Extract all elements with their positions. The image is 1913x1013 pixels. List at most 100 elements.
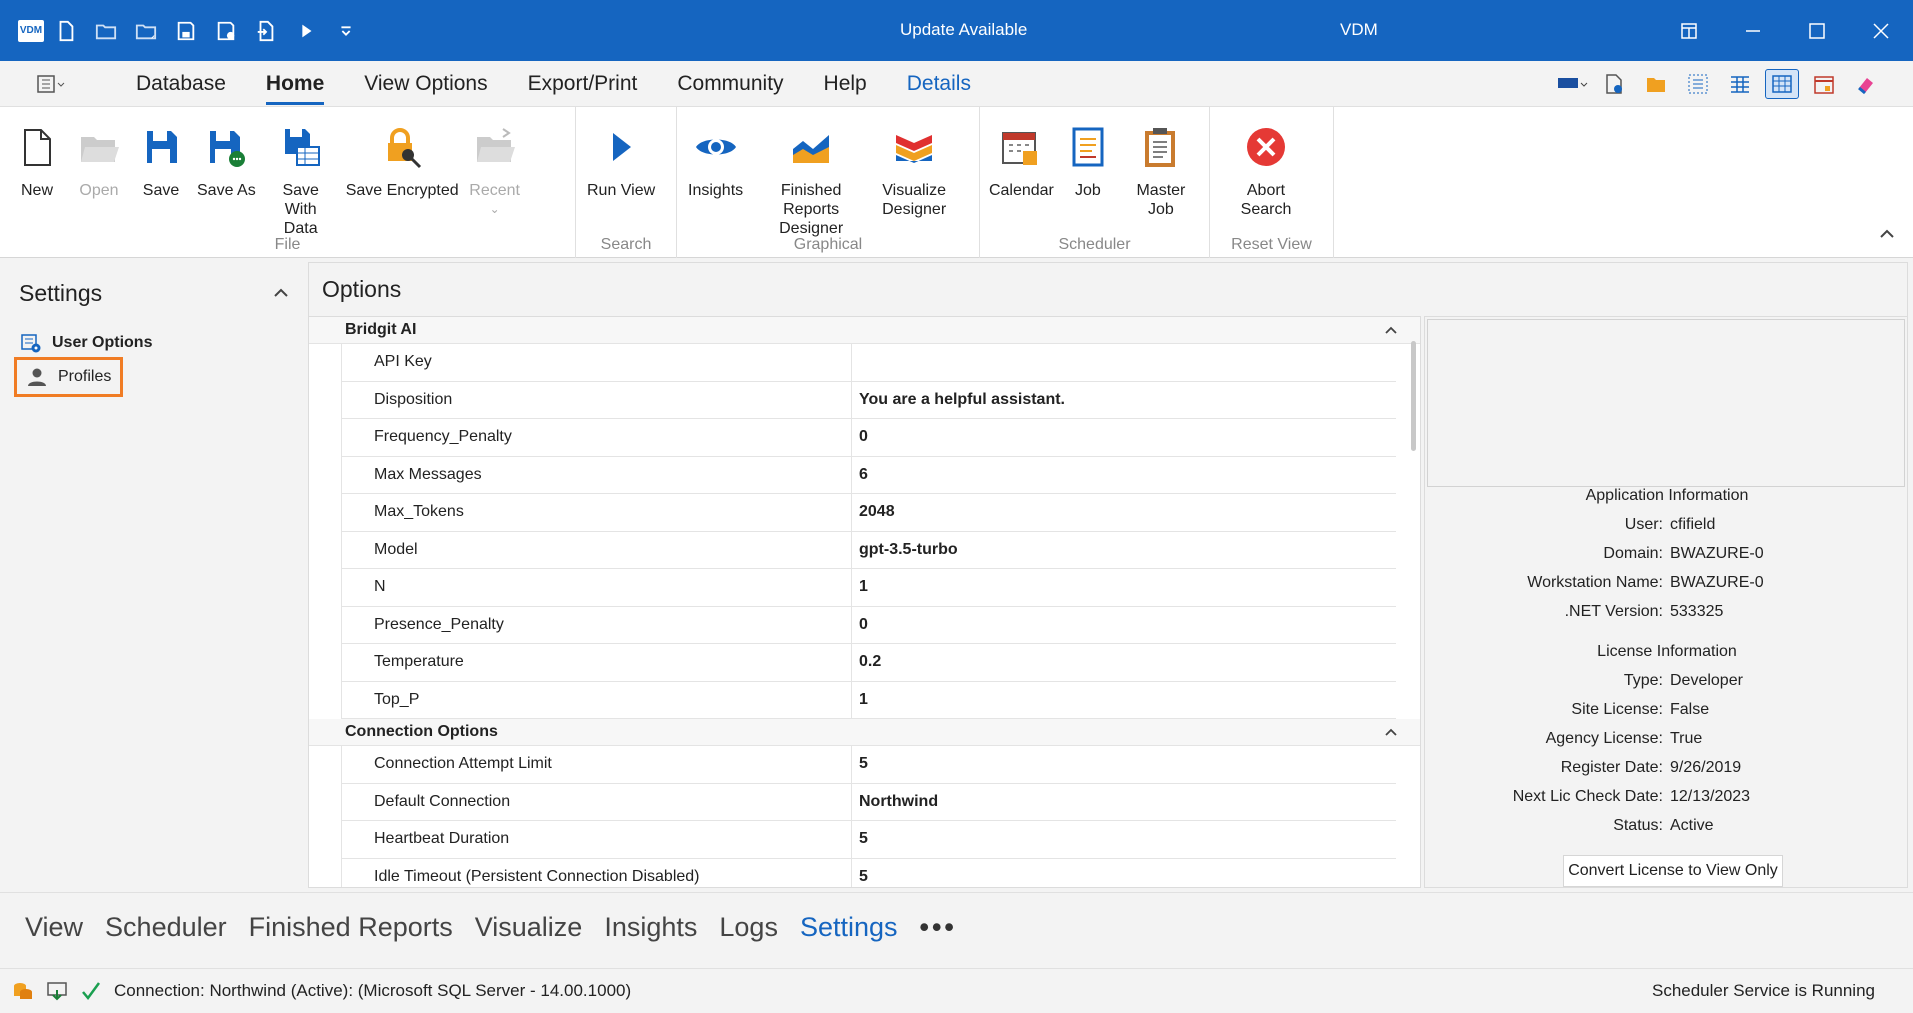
restore-layout-icon[interactable]: [1657, 0, 1721, 61]
table-row[interactable]: Max Messages 6: [341, 456, 1396, 494]
abort-search-label: Abort Search: [1240, 182, 1292, 218]
run-icon[interactable]: [288, 13, 324, 49]
user-options-item[interactable]: User Options: [20, 328, 152, 358]
color-theme-icon[interactable]: [1555, 69, 1589, 99]
chevron-up-icon[interactable]: [1382, 723, 1400, 741]
job-label: Job: [1074, 182, 1101, 199]
property-value[interactable]: gpt-3.5-turbo: [852, 532, 1396, 569]
backstage-menu-icon[interactable]: [26, 61, 76, 107]
table-row[interactable]: Connection Attempt Limit 5: [341, 746, 1396, 784]
info-key: Agency License:: [1545, 730, 1663, 747]
tab-home[interactable]: Home: [246, 61, 344, 107]
profiles-label: Profiles: [58, 368, 112, 385]
import-icon[interactable]: [248, 13, 284, 49]
category-label: Connection Options: [345, 723, 498, 740]
property-value[interactable]: 5: [852, 821, 1396, 858]
property-value[interactable]: 6: [852, 457, 1396, 494]
application-info-title: Application Information: [1585, 487, 1749, 504]
table-row[interactable]: Heartbeat Duration 5: [341, 821, 1396, 859]
property-value[interactable]: 5: [852, 746, 1396, 783]
nav-finished-reports[interactable]: Finished Reports: [238, 912, 464, 943]
tab-details[interactable]: Details: [887, 61, 991, 107]
eraser-icon[interactable]: [1849, 69, 1883, 99]
minimize-icon[interactable]: [1721, 0, 1785, 61]
property-value[interactable]: 0: [852, 419, 1396, 456]
save-icon[interactable]: [168, 13, 204, 49]
save-as-icon[interactable]: [208, 13, 244, 49]
info-workstation: Workstation Name: BWAZURE-0: [1425, 574, 1763, 592]
group-label-file: File: [274, 236, 301, 253]
nav-settings[interactable]: Settings: [789, 912, 909, 943]
nav-insights[interactable]: Insights: [593, 912, 708, 943]
table-row[interactable]: N1: [341, 569, 1396, 607]
table-row[interactable]: Idle Timeout (Persistent Connection Disa…: [341, 858, 1396, 888]
calendar-view-icon[interactable]: [1807, 69, 1841, 99]
maximize-icon[interactable]: [1785, 0, 1849, 61]
eye-icon: [692, 121, 740, 173]
options-title: Options: [322, 276, 402, 302]
tab-export-print[interactable]: Export/Print: [508, 61, 658, 107]
tab-community[interactable]: Community: [657, 61, 803, 107]
collapse-ribbon-icon[interactable]: [1875, 222, 1899, 246]
document-settings-icon[interactable]: [1597, 69, 1631, 99]
property-value[interactable]: 2048: [852, 494, 1396, 531]
update-available-link[interactable]: Update Available: [900, 20, 1027, 40]
list-view-icon[interactable]: [1681, 69, 1715, 99]
nav-view[interactable]: View: [14, 912, 94, 943]
property-value[interactable]: You are a helpful assistant.: [852, 382, 1396, 419]
table-row[interactable]: Disposition You are a helpful assistant.: [341, 381, 1396, 419]
tab-view-options[interactable]: View Options: [344, 61, 507, 107]
open-folder-icon[interactable]: [88, 13, 124, 49]
table-view-icon[interactable]: [1765, 69, 1799, 99]
nav-visualize[interactable]: Visualize: [464, 912, 594, 943]
property-name: Default Connection: [342, 783, 852, 820]
property-value[interactable]: Northwind: [852, 784, 1396, 821]
property-value[interactable]: [852, 344, 1396, 381]
table-row[interactable]: Default Connection Northwind: [341, 783, 1396, 821]
download-connection-icon[interactable]: [46, 980, 68, 1002]
table-row[interactable]: Presence_Penalty 0: [341, 606, 1396, 644]
new-document-icon: [13, 121, 61, 173]
property-value[interactable]: 0.2: [852, 644, 1396, 681]
property-value[interactable]: 1: [852, 682, 1396, 719]
save-encrypted-label: Save Encrypted: [345, 182, 459, 199]
convert-license-button[interactable]: Convert License to View Only: [1563, 855, 1783, 887]
customize-qat-icon[interactable]: [328, 13, 364, 49]
close-icon[interactable]: [1849, 0, 1913, 61]
vertical-scrollbar[interactable]: [1411, 341, 1416, 451]
nav-scheduler[interactable]: Scheduler: [94, 912, 238, 943]
open-recent-icon[interactable]: [128, 13, 164, 49]
app-logo[interactable]: VDM: [18, 19, 44, 42]
tab-help[interactable]: Help: [804, 61, 887, 107]
chevron-up-icon[interactable]: [1382, 321, 1400, 339]
save-as-label: Save As: [197, 182, 256, 199]
table-row[interactable]: Temperature 0.2: [341, 644, 1396, 682]
property-value[interactable]: 0: [852, 607, 1396, 644]
nav-logs[interactable]: Logs: [708, 912, 789, 943]
user-options-label: User Options: [52, 334, 153, 351]
folder-icon[interactable]: [1639, 69, 1673, 99]
table-row[interactable]: Frequency_Penalty 0: [341, 419, 1396, 457]
property-name: Disposition: [342, 381, 852, 418]
table-row[interactable]: API Key: [341, 344, 1396, 382]
tab-database[interactable]: Database: [116, 61, 246, 107]
table-row[interactable]: Top_P 1: [341, 681, 1396, 719]
connection-status: Connection: Northwind (Active): (Microso…: [114, 981, 632, 1000]
category-bridgit-ai[interactable]: Bridgit AI: [309, 317, 1420, 344]
new-file-icon[interactable]: [48, 13, 84, 49]
visualize-chart-icon: [890, 121, 938, 173]
person-icon: [28, 368, 46, 386]
info-value: 9/26/2019: [1670, 759, 1742, 776]
category-connection-options[interactable]: Connection Options: [309, 719, 1420, 746]
property-value[interactable]: 1: [852, 569, 1396, 606]
nav-more-icon[interactable]: •••: [909, 912, 968, 943]
grid-view-icon[interactable]: [1723, 69, 1757, 99]
database-icon[interactable]: [12, 980, 34, 1002]
options-header: Options: [308, 262, 1908, 316]
info-value: cfifield: [1670, 516, 1716, 533]
profiles-item[interactable]: Profiles: [14, 357, 124, 397]
collapse-settings-icon[interactable]: [270, 282, 292, 304]
property-value[interactable]: 5: [852, 859, 1396, 888]
table-row[interactable]: Model gpt-3.5-turbo: [341, 531, 1396, 569]
table-row[interactable]: Max_Tokens 2048: [341, 494, 1396, 532]
